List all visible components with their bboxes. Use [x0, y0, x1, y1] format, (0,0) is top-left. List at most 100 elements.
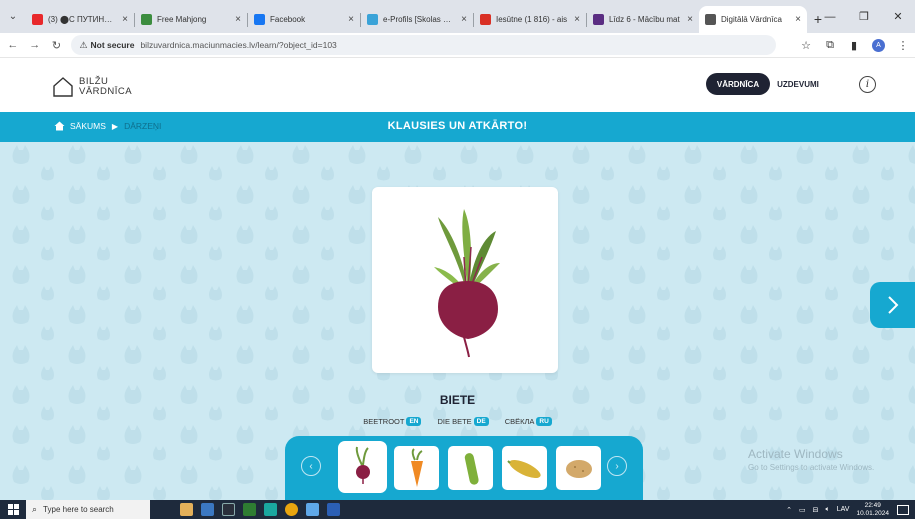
windows-activation-watermark: Activate Windows Go to Settings to activ… [748, 447, 874, 472]
thumbnail-item[interactable] [556, 446, 601, 490]
minimize-icon[interactable]: — [813, 0, 847, 33]
warning-triangle-icon: ⚠ [79, 39, 88, 50]
house-outline-icon [53, 77, 73, 97]
excel-icon[interactable] [243, 503, 256, 516]
translations-row: BEETROOT EN DIE BETE DE СВЁКЛА RU [0, 417, 915, 426]
browser-tab-bar: ⌄ (3) ⬤С ПУТИНЫМ · × Free Mahjong × Facebook… [0, 0, 915, 33]
extensions-puzzle-icon[interactable]: ⧉ [818, 39, 842, 52]
strip-next-chevron-icon[interactable]: › [607, 456, 627, 476]
taskbar-search-placeholder: Type here to search [43, 505, 114, 514]
tab-search-chevron-icon[interactable]: ⌄ [0, 11, 26, 22]
app-header: BILŽU VĀRDNĪCA VĀRDNĪCA UZDEVUMI i [0, 59, 915, 112]
browser-tab[interactable]: Facebook × [248, 6, 360, 33]
chevron-right-icon [887, 296, 898, 314]
edge-icon[interactable] [264, 503, 277, 516]
tab-favicon-icon [480, 14, 491, 25]
clock[interactable]: 22:49 10.01.2024 [856, 502, 889, 518]
browser-tab[interactable]: e-Profils [Skolas adm × [361, 6, 473, 33]
watermark-line-2: Go to Settings to activate Windows. [748, 463, 875, 472]
learning-stage: BIETE BEETROOT EN DIE BETE DE СВЁКЛА RU ‹ › A… [0, 142, 915, 500]
thumbnail-item[interactable] [448, 446, 493, 490]
tab-close-icon[interactable]: × [122, 14, 128, 25]
language-indicator[interactable]: LAV [837, 506, 850, 513]
site-logo[interactable]: BILŽU VĀRDNĪCA [52, 76, 132, 98]
tab-close-icon[interactable]: × [687, 14, 693, 25]
profile-avatar-icon[interactable]: A [872, 38, 885, 52]
carrot-icon [411, 448, 423, 487]
more-menu-icon[interactable]: ⋮ [891, 39, 915, 52]
nav-tasks-button[interactable]: UZDEVUMI [772, 73, 824, 95]
section-bar: SĀKUMS ▶ DĀRZEŅI KLAUSIES UN ATKĀRTO! [0, 112, 915, 142]
browser-tab[interactable]: Free Mahjong × [135, 6, 247, 33]
tab-close-icon[interactable]: × [574, 14, 580, 25]
tab-title: (3) ⬤С ПУТИНЫМ · [48, 15, 117, 24]
taskbar-search-box[interactable]: ⌕ Type here to search [26, 500, 150, 519]
system-tray: ⌃ ▭ ⊟ 🔈︎ LAV 22:49 10.01.2024 [786, 500, 915, 519]
reload-icon[interactable]: ↻ [48, 39, 66, 52]
translation-item[interactable]: СВЁКЛА RU [505, 417, 552, 426]
browser-tab[interactable]: Digitālā Vārdnīca × [699, 6, 807, 33]
window-controls: — ❐ ✕ [813, 0, 915, 33]
thumbnail-item[interactable] [340, 443, 385, 491]
potato-icon [566, 460, 592, 478]
browser-tab[interactable]: (3) ⬤С ПУТИНЫМ · × [26, 6, 134, 33]
teams-icon[interactable] [306, 503, 319, 516]
thumbnail-item[interactable] [394, 446, 439, 490]
chrome-icon[interactable] [285, 503, 298, 516]
notifications-icon[interactable] [897, 504, 909, 515]
tab-close-icon[interactable]: × [348, 14, 354, 25]
battery-icon[interactable]: ▭ [799, 506, 806, 514]
windows-taskbar: ⌕ Type here to search ⌃ ▭ ⊟ 🔈︎ LAV 22:49… [0, 500, 915, 519]
bookmark-star-icon[interactable]: ☆ [794, 39, 818, 52]
word-image-card[interactable] [372, 187, 558, 373]
zucchini-icon [507, 459, 541, 479]
tab-title: Digitālā Vārdnīca [721, 15, 782, 24]
tab-title: Iesūtne (1 816) - ais [496, 15, 568, 24]
volume-icon[interactable]: 🔈︎ [826, 506, 830, 514]
strip-prev-chevron-icon[interactable]: ‹ [301, 456, 321, 476]
url-text: bilzuvardnica.maciunmacies.lv/learn/?obj… [140, 40, 337, 50]
beetroot-icon [355, 446, 370, 484]
task-view-icon[interactable] [222, 503, 235, 516]
tab-title: Facebook [270, 15, 306, 24]
browser-tab[interactable]: Iesūtne (1 816) - ais × [474, 6, 586, 33]
windows-logo-icon [7, 504, 19, 515]
browser-tab[interactable]: Līdz 6 - Mācību mat × [587, 6, 699, 33]
cucumber-icon [464, 453, 479, 485]
widgets-icon[interactable] [180, 503, 193, 516]
nav-dictionary-button[interactable]: VĀRDNĪCA [706, 73, 770, 95]
forward-arrow-icon[interactable]: → [26, 39, 44, 51]
clock-date: 10.01.2024 [856, 509, 889, 517]
file-explorer-icon[interactable] [201, 503, 214, 516]
translation-item[interactable]: DIE BETE DE [437, 417, 489, 426]
logo-text: BILŽU VĀRDNĪCA [79, 77, 132, 97]
beetroot-illustration [434, 209, 500, 358]
info-icon[interactable]: i [859, 76, 876, 93]
translation-text: BEETROOT [363, 417, 405, 426]
next-word-button[interactable] [870, 282, 915, 328]
word-app-icon[interactable] [327, 503, 340, 516]
network-icon[interactable]: ⊟ [813, 506, 819, 514]
tab-close-icon[interactable]: × [461, 14, 467, 25]
translation-item[interactable]: BEETROOT EN [363, 417, 422, 426]
thumbnail-item[interactable] [502, 446, 547, 490]
tab-close-icon[interactable]: × [795, 14, 801, 25]
instruction-title: KLAUSIES UN ATKĀRTO! [387, 120, 528, 132]
back-arrow-icon[interactable]: ← [4, 39, 22, 51]
not-secure-label: Not secure [90, 40, 135, 50]
close-window-icon[interactable]: ✕ [881, 0, 915, 33]
current-word: BIETE [439, 393, 476, 407]
browser-toolbar: ← → ↻ ⚠ Not secure bilzuvardnica.maciunm… [0, 33, 915, 58]
not-secure-indicator[interactable]: ⚠ Not secure [79, 40, 134, 51]
restore-icon[interactable]: ❐ [847, 0, 881, 33]
tab-strip: (3) ⬤С ПУТИНЫМ · × Free Mahjong × Facebook × e… [26, 0, 807, 33]
tab-close-icon[interactable]: × [235, 14, 241, 25]
side-panel-icon[interactable]: ▮ [842, 39, 866, 52]
address-bar[interactable]: ⚠ Not secure bilzuvardnica.maciunmacies.… [71, 35, 776, 55]
tray-chevron-icon[interactable]: ⌃ [786, 506, 792, 514]
windows-start-button[interactable] [0, 504, 26, 515]
toolbar-actions: ☆ ⧉ ▮ A ⋮ [794, 38, 915, 52]
language-badge: EN [406, 417, 422, 426]
tab-title: Free Mahjong [157, 15, 207, 24]
translation-text: СВЁКЛА [504, 417, 535, 426]
